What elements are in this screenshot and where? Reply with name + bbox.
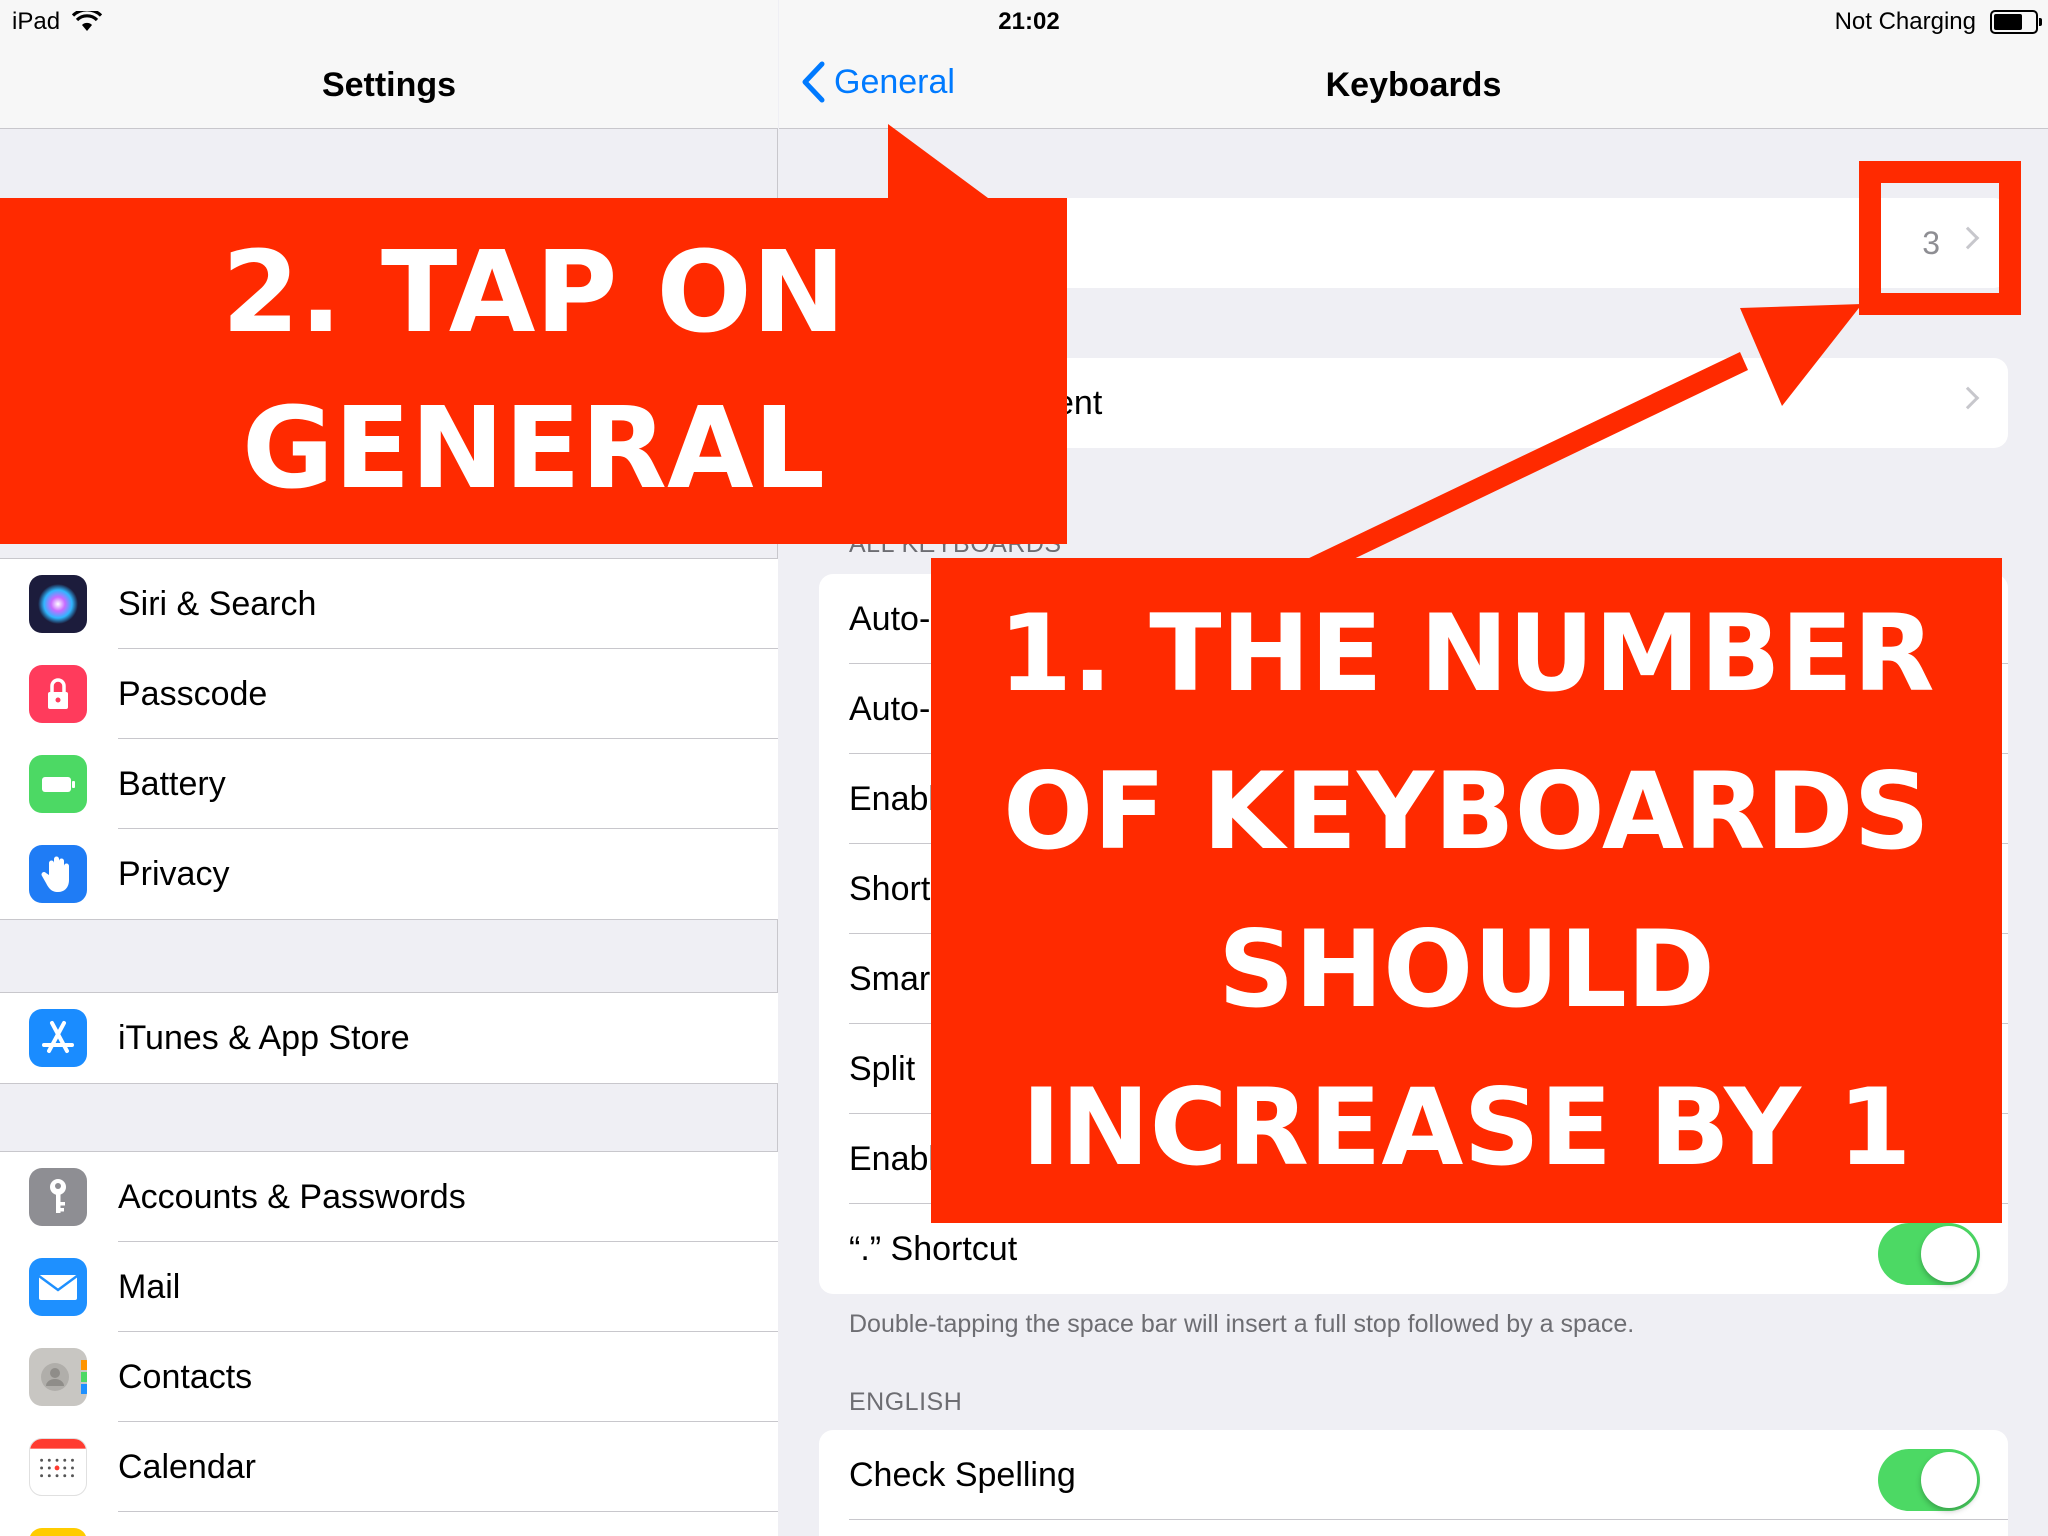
status-right: Not Charging (1834, 8, 2042, 36)
check-spelling-row[interactable]: Check Spelling (819, 1430, 2008, 1520)
sidebar-item-contacts[interactable]: Contacts (0, 1332, 778, 1422)
envelope-icon (29, 1258, 87, 1316)
sidebar-item-accounts-passwords[interactable]: Accounts & Passwords (0, 1152, 778, 1242)
toggle-knob (1921, 1452, 1977, 1508)
key-icon (29, 1168, 87, 1226)
step-1-line: 1. THE NUMBER (998, 591, 1935, 715)
sidebar-item-label: iTunes & App Store (118, 1019, 410, 1057)
sidebar-item-itunes-app-store[interactable]: iTunes & App Store (0, 993, 778, 1083)
step-1-banner: 1. THE NUMBER OF KEYBOARDS SHOULD INCREA… (931, 558, 2002, 1223)
notes-icon (29, 1528, 87, 1536)
sidebar-item-label: Privacy (118, 855, 230, 893)
step-2-line: 2. TAP ON (221, 228, 846, 358)
sidebar-item-privacy[interactable]: Privacy (0, 829, 778, 919)
arrow-to-general (888, 124, 988, 198)
status-bar: iPad 21:02 Not Charging (0, 0, 2048, 42)
charging-status: Not Charging (1834, 8, 1976, 35)
check-spelling-toggle[interactable] (1878, 1449, 1980, 1511)
setting-label: Auto- (849, 690, 931, 728)
check-spelling-label: Check Spelling (849, 1456, 1076, 1494)
settings-group-security: Siri & Search Passcode Battery Privacy (0, 558, 778, 920)
siri-icon (29, 575, 87, 633)
setting-label: Smar (849, 960, 931, 998)
battery-level-icon (1990, 10, 2042, 34)
step-1-line: SHOULD (1218, 907, 1715, 1031)
sidebar-item-calendar[interactable]: Calendar (0, 1422, 778, 1512)
settings-group-accounts: Accounts & Passwords Mail Contacts Calen… (0, 1151, 778, 1536)
sidebar-item-label: Contacts (118, 1358, 253, 1396)
sidebar-item-siri[interactable]: Siri & Search (0, 559, 778, 649)
shortcut-footer-note: Double-tapping the space bar will insert… (849, 1310, 1635, 1338)
step-1-line: OF KEYBOARDS (1003, 749, 1930, 873)
sidebar-item-battery[interactable]: Battery (0, 739, 778, 829)
toggle-knob (1921, 1226, 1977, 1282)
row-divider (849, 1519, 2008, 1520)
sidebar-item-label: Accounts & Passwords (118, 1178, 466, 1216)
contacts-icon (29, 1348, 87, 1406)
settings-title: Settings (321, 66, 457, 104)
status-time: 21:02 (998, 8, 1060, 35)
count-highlight-box (1859, 161, 2021, 315)
sidebar-item-label: Battery (118, 765, 226, 803)
chevron-right-icon (1956, 386, 1980, 410)
step-2-banner: 2. TAP ON GENERAL (0, 198, 1067, 544)
sidebar-item-label: Passcode (118, 675, 268, 713)
sidebar-item-partial[interactable] (0, 1512, 778, 1536)
sidebar-item-label: Calendar (118, 1448, 256, 1486)
hand-icon (29, 845, 87, 903)
step-2-line: GENERAL (242, 384, 825, 514)
step-1-line: INCREASE BY 1 (1021, 1065, 1912, 1189)
sidebar-item-mail[interactable]: Mail (0, 1242, 778, 1332)
sidebar-item-label: Siri & Search (118, 585, 317, 623)
english-header: ENGLISH (849, 1388, 963, 1416)
setting-label: Short (849, 870, 931, 908)
setting-label: Enabl (849, 1140, 936, 1178)
settings-group-store: iTunes & App Store (0, 992, 778, 1084)
sidebar-item-label: Mail (118, 1268, 181, 1306)
battery-icon (29, 755, 87, 813)
shortcut-toggle[interactable] (1878, 1223, 1980, 1285)
setting-label: Enabl (849, 780, 936, 818)
english-card: Check Spelling (819, 1430, 2008, 1536)
app-store-icon (29, 1009, 87, 1067)
lock-icon (29, 665, 87, 723)
calendar-icon (29, 1438, 87, 1496)
page-title: Keyboards (1325, 66, 1502, 104)
setting-label: Auto- (849, 600, 931, 638)
setting-label: Split (849, 1050, 916, 1088)
sidebar-item-passcode[interactable]: Passcode (0, 649, 778, 739)
